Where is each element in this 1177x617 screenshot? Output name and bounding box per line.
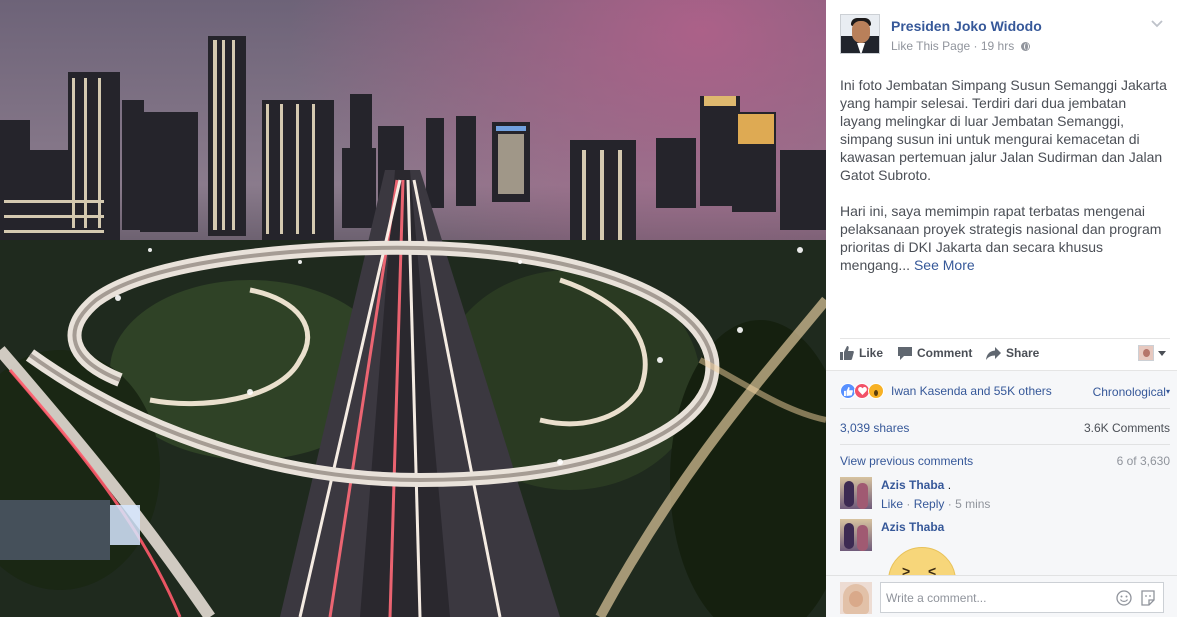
comment-sort-dropdown[interactable]: Chronological▾ — [1093, 385, 1170, 399]
comment-item: Azis Thaba . Like · Reply · 5 mins — [840, 477, 1170, 513]
commenter-name[interactable]: Azis Thaba . — [881, 478, 951, 492]
post-time[interactable]: 19 hrs — [981, 39, 1014, 53]
action-bar: Like Comment Share — [840, 338, 1170, 368]
comment-like-link[interactable]: Like — [881, 497, 903, 511]
shares-count-link[interactable]: 3,039 shares — [840, 421, 909, 435]
comment-button[interactable]: Comment — [898, 346, 972, 360]
viewer-avatar — [1138, 345, 1154, 361]
comment-button-label: Comment — [917, 346, 973, 360]
wow-reaction-icon[interactable] — [868, 383, 884, 399]
post-photo[interactable] — [0, 0, 826, 617]
chevron-down-icon[interactable] — [1150, 16, 1164, 30]
commenter-name-text[interactable]: Azis Thaba — [881, 478, 944, 492]
comment-sort-label: Chronological — [1092, 385, 1166, 399]
commenter-name[interactable]: Azis Thaba — [881, 520, 944, 534]
post-as-selector[interactable] — [1138, 345, 1166, 361]
comment-text: . — [947, 478, 952, 492]
share-button[interactable]: Share — [986, 346, 1039, 360]
commenter-avatar[interactable] — [840, 519, 872, 551]
divider — [840, 408, 1170, 409]
post-side-panel: Presiden Joko Widodo Like This Page · 19… — [826, 0, 1177, 617]
comment-time[interactable]: 5 mins — [955, 497, 990, 511]
meta-separator: · — [973, 39, 978, 53]
write-comment-row — [826, 575, 1177, 617]
comment-actions-separator: · — [906, 497, 911, 511]
thumbs-up-icon — [840, 346, 854, 360]
comment-reply-link[interactable]: Reply — [914, 497, 945, 511]
post-header: Presiden Joko Widodo Like This Page · 19… — [840, 14, 1170, 58]
comment-actions: Like · Reply · 5 mins — [881, 497, 990, 511]
city-interchange-photo — [0, 0, 826, 617]
smiley-icon[interactable] — [1116, 590, 1132, 606]
like-button-label: Like — [859, 346, 884, 360]
post-meta: Like This Page · 19 hrs — [891, 39, 1030, 53]
sort-caret-icon: ▾ — [1165, 387, 1170, 396]
commenter-avatar[interactable] — [840, 477, 872, 509]
share-arrow-icon — [986, 346, 1001, 360]
post-paragraph-1: Ini foto Jembatan Simpang Susun Semanggi… — [840, 77, 1167, 183]
post-text: Ini foto Jembatan Simpang Susun Semanggi… — [840, 76, 1170, 292]
share-button-label: Share — [1006, 346, 1040, 360]
post-paragraph-2-text: Hari ini, saya memimpin rapat terbatas m… — [840, 203, 1162, 273]
like-page-link[interactable]: Like This Page — [891, 39, 970, 53]
page-avatar[interactable] — [840, 14, 880, 54]
speech-bubble-icon — [898, 346, 912, 360]
sticker-icon[interactable] — [1140, 590, 1156, 606]
comment-item: Azis Thaba > < — [840, 519, 1170, 575]
reactions-summary-link[interactable]: Iwan Kasenda and 55K others — [891, 384, 1052, 398]
divider — [840, 444, 1170, 445]
comments-area: Iwan Kasenda and 55K others Chronologica… — [826, 370, 1177, 617]
view-previous-comments-link[interactable]: View previous comments — [840, 454, 973, 468]
like-button[interactable]: Like — [840, 346, 883, 360]
comments-count-link[interactable]: 3.6K Comments — [1084, 421, 1170, 435]
post-paragraph-2: Hari ini, saya memimpin rapat terbatas m… — [840, 202, 1170, 274]
viewer-avatar — [840, 582, 872, 614]
caret-down-icon — [1158, 350, 1166, 356]
page-name-link[interactable]: Presiden Joko Widodo — [891, 18, 1042, 34]
comments-position: 6 of 3,630 — [1116, 454, 1170, 468]
globe-icon — [1020, 42, 1030, 51]
previous-comments-row: View previous comments 6 of 3,630 — [840, 454, 1170, 468]
sticker-image: > < — [888, 545, 956, 575]
comment-actions-separator: · — [947, 497, 952, 511]
see-more-link[interactable]: See More — [914, 257, 975, 273]
reactions-row: Iwan Kasenda and 55K others Chronologica… — [840, 381, 1170, 401]
